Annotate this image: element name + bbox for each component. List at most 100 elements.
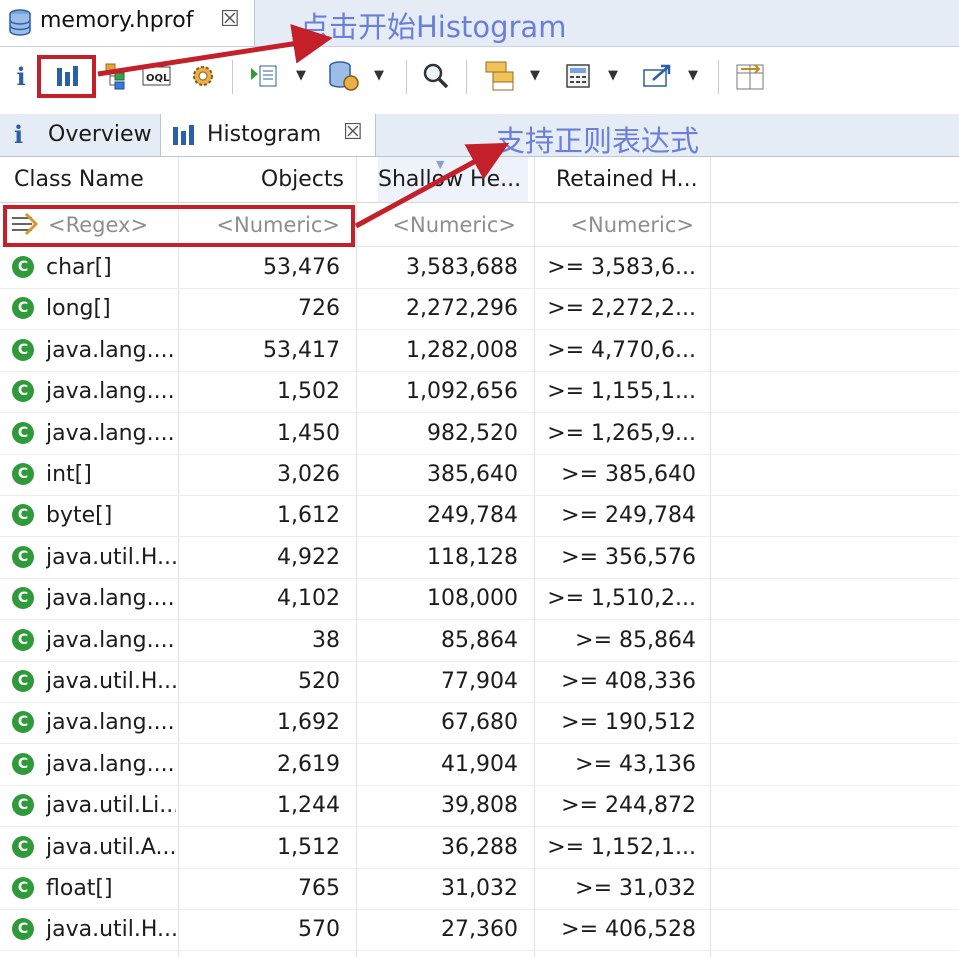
cell-class-name: byte[] bbox=[46, 503, 113, 529]
cell-class-name: java.util.Li... bbox=[46, 793, 176, 819]
cell-shallow-heap: 3,583,688 bbox=[406, 255, 518, 280]
table-row[interactable]: Cbyte[] 1,612 249,784 >= 249,784 bbox=[0, 495, 959, 538]
run-report-icon[interactable] bbox=[246, 60, 282, 92]
table-row[interactable]: Cchar[] 53,476 3,583,688 >= 3,583,6... bbox=[0, 247, 959, 289]
column-header-retained-heap[interactable]: Retained H... bbox=[556, 157, 706, 202]
search-icon[interactable] bbox=[420, 60, 452, 92]
cell-objects: 2,619 bbox=[277, 751, 340, 777]
class-icon: C bbox=[12, 504, 34, 527]
table-row[interactable]: Cjava.lang.... 2,619 41,904 >= 43,136 bbox=[0, 744, 959, 786]
class-icon: C bbox=[12, 256, 34, 278]
class-icon: C bbox=[12, 463, 34, 485]
cell-class-name: int[] bbox=[46, 462, 92, 487]
tab-histogram-close-icon[interactable]: ☒ bbox=[343, 120, 363, 145]
table-row[interactable]: Cjava.util.H... 520 77,904 >= 408,336 bbox=[0, 661, 959, 703]
cell-shallow-heap: 2,272,296 bbox=[406, 296, 518, 322]
compare-icon[interactable] bbox=[732, 58, 768, 94]
cell-objects: 570 bbox=[298, 917, 340, 943]
cell-objects: 4,922 bbox=[277, 544, 340, 570]
retained-heap-filter-input[interactable]: <Numeric> bbox=[544, 204, 694, 246]
info-icon[interactable]: i bbox=[10, 60, 32, 92]
cell-retained-heap: >= 1,265,9... bbox=[547, 420, 696, 446]
editor-tab-memory-hprof[interactable]: memory.hprof ☒ bbox=[0, 0, 255, 46]
cell-class-name: java.lang.... bbox=[46, 379, 175, 405]
table-row[interactable]: Cjava.lang.... 53,417 1,282,008 >= 4,770,6.… bbox=[0, 330, 959, 372]
cell-retained-heap: >= 356,576 bbox=[561, 544, 696, 570]
cell-shallow-heap: 39,808 bbox=[441, 793, 518, 819]
class-icon: C bbox=[12, 752, 34, 775]
annotation-filter-note: 支持正则表达式 bbox=[496, 124, 700, 158]
table-row[interactable]: Cjava.lang.... 38 85,864 >= 85,864 bbox=[0, 620, 959, 662]
class-icon: C bbox=[12, 587, 34, 610]
table-row[interactable]: Cjava.lang.... 4,102 108,000 >= 1,510,2... bbox=[0, 578, 959, 621]
heap-settings-icon[interactable] bbox=[188, 60, 218, 92]
table-row[interactable]: Cjava.util.H... 570 27,360 >= 406,528 bbox=[0, 909, 959, 952]
class-icon: C bbox=[12, 628, 34, 651]
class-icon: C bbox=[12, 670, 34, 692]
column-header-class-name[interactable]: Class Name bbox=[14, 157, 176, 202]
oql-icon[interactable]: OQL bbox=[142, 62, 172, 90]
cell-objects: 1,502 bbox=[277, 379, 340, 405]
table-row[interactable]: Cjava.util.Li... 1,244 39,808 >= 244,872 bbox=[0, 785, 959, 828]
table-row[interactable]: Cint[] 3,026 385,640 >= 385,640 bbox=[0, 454, 959, 496]
cell-retained-heap: >= 408,336 bbox=[561, 669, 696, 694]
cell-shallow-heap: 27,360 bbox=[441, 917, 518, 943]
group-by-dropdown-icon[interactable]: ▼ bbox=[530, 68, 540, 83]
tab-overview[interactable]: i Overview bbox=[0, 114, 160, 156]
cell-retained-heap: >= 2,272,2... bbox=[547, 296, 696, 322]
table-row[interactable]: Clong[] 726 2,272,296 >= 2,272,2... bbox=[0, 288, 959, 331]
cell-objects: 1,612 bbox=[277, 503, 340, 529]
cell-shallow-heap: 85,864 bbox=[441, 627, 518, 653]
class-icon: C bbox=[12, 711, 34, 734]
group-by-icon[interactable] bbox=[482, 58, 518, 94]
toolbar-separator bbox=[718, 60, 719, 94]
cell-class-name: java.util.H... bbox=[46, 917, 176, 943]
cell-objects: 765 bbox=[298, 876, 340, 901]
cell-retained-heap: >= 1,155,1... bbox=[547, 379, 696, 405]
export-icon[interactable] bbox=[640, 60, 676, 92]
table-row[interactable]: Cjava.lang.... 1,450 982,520 >= 1,265,9... bbox=[0, 413, 959, 455]
tab-histogram[interactable]: Histogram ☒ bbox=[160, 114, 376, 156]
table-row[interactable]: Cfloat[] 765 31,032 >= 31,032 bbox=[0, 868, 959, 910]
cell-class-name: java.lang.... bbox=[46, 751, 175, 777]
cell-shallow-heap: 982,520 bbox=[427, 420, 518, 446]
cell-objects: 38 bbox=[312, 627, 340, 653]
cell-retained-heap: >= 43,136 bbox=[575, 751, 696, 777]
cell-shallow-heap: 77,904 bbox=[441, 669, 518, 694]
calculate-retained-size-icon[interactable] bbox=[562, 60, 594, 92]
cell-objects: 726 bbox=[298, 296, 340, 322]
cell-shallow-heap: 249,784 bbox=[427, 503, 518, 529]
info-icon: i bbox=[14, 120, 24, 149]
cell-shallow-heap: 1,092,656 bbox=[406, 379, 518, 405]
annotation-toolbar-note: 点击开始Histogram bbox=[300, 10, 567, 44]
table-row[interactable]: Cjava.util.H... 4,922 118,128 >= 356,576 bbox=[0, 537, 959, 579]
toolbar-separator bbox=[466, 60, 467, 94]
run-report-dropdown-icon[interactable]: ▼ bbox=[296, 68, 306, 83]
cell-retained-heap: >= 249,784 bbox=[561, 503, 696, 529]
class-icon: C bbox=[12, 421, 34, 444]
query-browser-icon[interactable] bbox=[326, 58, 362, 94]
cell-shallow-heap: 118,128 bbox=[427, 544, 518, 570]
cell-retained-heap: >= 244,872 bbox=[561, 793, 696, 819]
table-row[interactable]: Cjava.lang.... 1,692 67,680 >= 190,512 bbox=[0, 702, 959, 745]
tab-histogram-label: Histogram bbox=[207, 122, 322, 147]
class-icon: C bbox=[12, 877, 34, 899]
shallow-heap-filter-input[interactable]: <Numeric> bbox=[366, 204, 516, 246]
query-browser-dropdown-icon[interactable]: ▼ bbox=[374, 68, 384, 83]
cell-shallow-heap: 1,282,008 bbox=[406, 337, 518, 363]
editor-tab-close-icon[interactable]: ☒ bbox=[220, 7, 240, 32]
class-icon: C bbox=[12, 794, 34, 817]
cell-objects: 53,417 bbox=[263, 337, 340, 363]
cell-retained-heap: >= 385,640 bbox=[561, 462, 696, 487]
calculate-dropdown-icon[interactable]: ▼ bbox=[608, 68, 618, 83]
cell-objects: 4,102 bbox=[277, 586, 340, 612]
table-row[interactable]: Cjava.lang.... 1,502 1,092,656 >= 1,155,1..… bbox=[0, 371, 959, 414]
histogram-button-highlight bbox=[37, 55, 96, 98]
column-header-objects[interactable]: Objects bbox=[182, 157, 344, 202]
table-row[interactable]: Cjava.util.A... 1,512 36,288 >= 1,152,1... bbox=[0, 827, 959, 869]
filter-row-highlight bbox=[3, 205, 355, 247]
cell-retained-heap: >= 4,770,6... bbox=[547, 337, 696, 363]
dominator-tree-icon[interactable] bbox=[102, 60, 130, 92]
column-header-shallow-heap[interactable]: Shallow He... bbox=[378, 157, 528, 202]
export-dropdown-icon[interactable]: ▼ bbox=[688, 68, 698, 83]
